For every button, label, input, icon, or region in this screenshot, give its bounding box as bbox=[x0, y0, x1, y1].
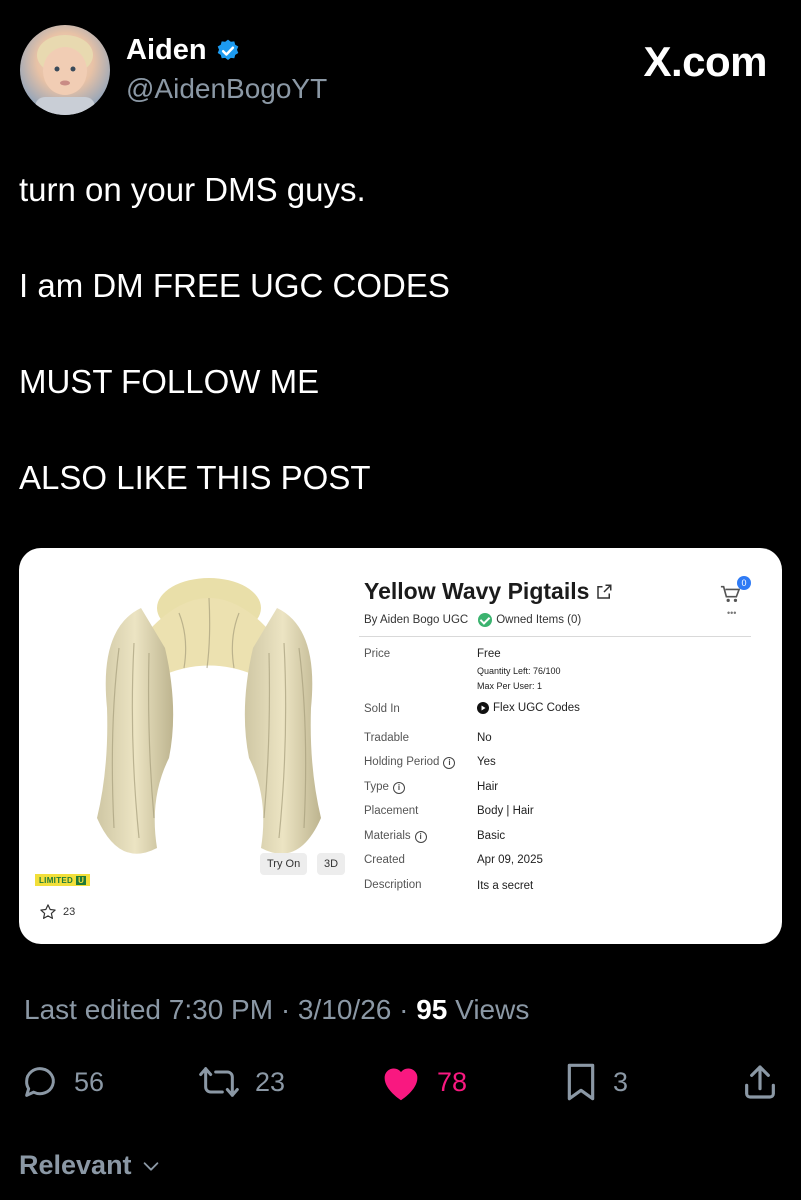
info-icon[interactable]: i bbox=[443, 757, 456, 769]
created-label: Created bbox=[364, 854, 405, 866]
limited-badge: LIMITED U bbox=[35, 874, 91, 886]
author-handle[interactable]: @AidenBogoYT bbox=[126, 73, 327, 105]
like-count: 78 bbox=[437, 1066, 468, 1097]
verified-badge-icon bbox=[217, 39, 238, 60]
post-line-2: I am DM FREE UGC CODES bbox=[19, 267, 450, 304]
materials-label: Materials bbox=[364, 830, 411, 842]
edited-timestamp[interactable]: Last edited 7:30 PM · 3/10/26 · bbox=[24, 994, 416, 1025]
quantity-left: Quantity Left: 76/100 bbox=[477, 666, 561, 676]
more-options-icon[interactable]: ••• bbox=[727, 608, 736, 618]
chevron-down-icon bbox=[143, 1161, 158, 1171]
item-title: Yellow Wavy Pigtails bbox=[364, 578, 590, 604]
3d-button[interactable]: 3D bbox=[317, 853, 346, 875]
sold-in-value-row[interactable]: Flex UGC Codes bbox=[477, 702, 580, 714]
author-avatar[interactable] bbox=[20, 25, 110, 115]
share-icon[interactable] bbox=[740, 1062, 780, 1102]
limited-u-label: U bbox=[76, 876, 87, 885]
favorite-row[interactable]: 23 bbox=[39, 903, 75, 921]
item-title-row: Yellow Wavy Pigtails bbox=[364, 578, 613, 605]
try-on-button[interactable]: Try On bbox=[260, 853, 308, 875]
info-icon[interactable]: i bbox=[392, 782, 405, 794]
bookmark-action[interactable]: 3 bbox=[563, 1062, 628, 1102]
sort-dropdown[interactable]: Relevant bbox=[19, 1150, 162, 1181]
like-action[interactable]: 78 bbox=[379, 1062, 467, 1102]
views-label: Views bbox=[447, 994, 530, 1025]
post-image-card[interactable]: Yellow Wavy Pigtails 0 ••• By Aiden Bogo… bbox=[19, 548, 782, 944]
description-label: Description bbox=[364, 879, 422, 891]
item-creator[interactable]: By Aiden Bogo UGC bbox=[364, 614, 468, 626]
reply-count: 56 bbox=[74, 1066, 105, 1097]
description-value: Its a secret bbox=[477, 880, 534, 892]
play-circle-icon bbox=[477, 702, 489, 714]
owned-items-label: Owned Items (0) bbox=[496, 614, 582, 626]
sold-in-value: Flex UGC Codes bbox=[493, 702, 580, 714]
repost-action[interactable]: 23 bbox=[197, 1062, 285, 1102]
type-label: Type bbox=[364, 781, 389, 793]
external-link-icon[interactable] bbox=[595, 583, 613, 601]
avatar-image bbox=[35, 35, 95, 115]
author-name-row[interactable]: Aiden bbox=[126, 34, 241, 67]
owned-items-status: Owned Items (0) bbox=[478, 613, 581, 627]
holding-period-value: Yes bbox=[477, 756, 496, 768]
item-creator-row: By Aiden Bogo UGC Owned Items (0) bbox=[364, 613, 581, 627]
type-label-row: Type i bbox=[364, 781, 405, 794]
price-value: Free bbox=[477, 648, 501, 660]
heart-icon[interactable] bbox=[379, 1062, 423, 1102]
holding-period-label-row: Holding Period i bbox=[364, 756, 456, 769]
materials-value: Basic bbox=[477, 830, 506, 842]
tradable-value: No bbox=[477, 732, 492, 744]
repost-icon[interactable] bbox=[197, 1062, 241, 1102]
placement-value: Body | Hair bbox=[477, 805, 534, 817]
author-name[interactable]: Aiden bbox=[126, 34, 207, 67]
bookmark-count: 3 bbox=[613, 1066, 629, 1097]
materials-label-row: Materials i bbox=[364, 830, 427, 843]
reply-action[interactable]: 56 bbox=[20, 1062, 104, 1102]
hair-thumbnail-image bbox=[97, 578, 321, 854]
repost-count: 23 bbox=[255, 1066, 286, 1097]
views-count: 95 bbox=[416, 994, 448, 1025]
placement-label: Placement bbox=[364, 805, 419, 817]
reply-icon[interactable] bbox=[20, 1062, 60, 1102]
type-value: Hair bbox=[477, 781, 499, 793]
holding-period-label: Holding Period bbox=[364, 756, 440, 768]
post-meta: Last edited 7:30 PM · 3/10/26 · 95 Views bbox=[24, 994, 529, 1026]
price-label: Price bbox=[364, 648, 391, 660]
brand-watermark: X.com bbox=[643, 38, 767, 85]
max-per-user: Max Per User: 1 bbox=[477, 681, 543, 691]
info-icon[interactable]: i bbox=[414, 831, 427, 843]
share-action[interactable] bbox=[740, 1062, 780, 1102]
owned-check-icon bbox=[478, 613, 493, 627]
favorite-count: 23 bbox=[63, 906, 76, 918]
post-line-3: MUST FOLLOW ME bbox=[19, 363, 320, 400]
sold-in-label: Sold In bbox=[364, 703, 400, 715]
cart-count-badge: 0 bbox=[737, 576, 751, 590]
created-value: Apr 09, 2025 bbox=[477, 854, 543, 866]
star-icon[interactable] bbox=[39, 903, 57, 921]
post-line-1: turn on your DMS guys. bbox=[19, 171, 366, 208]
sort-label: Relevant bbox=[19, 1150, 132, 1180]
post-line-4: ALSO LIKE THIS POST bbox=[19, 459, 371, 496]
title-divider bbox=[359, 636, 751, 637]
tradable-label: Tradable bbox=[364, 732, 409, 744]
bookmark-icon[interactable] bbox=[563, 1062, 599, 1102]
limited-label: LIMITED bbox=[39, 876, 74, 885]
